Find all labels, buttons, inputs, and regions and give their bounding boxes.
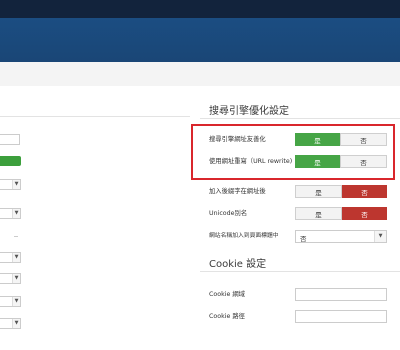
left-select-3[interactable]: ▼ xyxy=(0,252,21,263)
left-select-4[interactable]: ▼ xyxy=(0,273,21,284)
url-rewrite-toggle[interactable]: 是 否 xyxy=(295,155,387,168)
chevron-down-icon: ▼ xyxy=(12,274,20,283)
sitename-pagetitle-select[interactable]: 否 ▼ xyxy=(295,230,387,243)
admin-topbar xyxy=(0,0,400,18)
unicode-alias-toggle[interactable]: 是 否 xyxy=(295,207,387,220)
chevron-down-icon: ▼ xyxy=(12,297,20,306)
unicode-alias-yes-button[interactable]: 是 xyxy=(295,207,342,220)
left-section-divider xyxy=(0,116,190,117)
cookie-domain-input[interactable] xyxy=(295,288,387,301)
suffix-no-button[interactable]: 否 xyxy=(342,185,387,198)
left-select-6[interactable]: ▼ xyxy=(0,318,21,329)
seo-section-title: 搜尋引擎優化設定 xyxy=(209,106,289,117)
url-rewrite-no-button[interactable]: 否 xyxy=(340,155,387,168)
toolbar xyxy=(0,62,400,87)
unicode-alias-label: Unicode別名 xyxy=(209,210,248,217)
cookie-section-title: Cookie 設定 xyxy=(209,259,267,270)
left-active-toggle[interactable] xyxy=(0,156,21,166)
unicode-alias-no-button[interactable]: 否 xyxy=(342,207,387,220)
sitename-pagetitle-label: 網站名稱加入到頁面標題中 xyxy=(209,233,279,239)
chevron-down-icon: ▼ xyxy=(12,180,20,189)
left-select-2[interactable]: ▼ xyxy=(0,208,21,219)
suffix-toggle[interactable]: 是 否 xyxy=(295,185,387,198)
sitename-pagetitle-value: 否 xyxy=(300,235,307,243)
left-select-1[interactable]: ▼ xyxy=(0,179,21,190)
suffix-yes-button[interactable]: 是 xyxy=(295,185,342,198)
sef-urls-label: 搜尋引擎網址友善化 xyxy=(209,136,266,143)
left-text-input[interactable] xyxy=(0,134,20,145)
seo-section-divider xyxy=(200,118,400,119)
cookie-path-label: Cookie 路徑 xyxy=(209,313,245,320)
sef-urls-toggle[interactable]: 是 否 xyxy=(295,133,387,146)
chevron-down-icon: ▼ xyxy=(12,209,20,218)
chevron-down-icon: ▼ xyxy=(12,319,20,328)
left-select-5[interactable]: ▼ xyxy=(0,296,21,307)
admin-header xyxy=(0,18,400,62)
left-divider-mark xyxy=(14,236,18,237)
suffix-label: 加入後綴字在網址後 xyxy=(209,188,266,195)
sef-urls-no-button[interactable]: 否 xyxy=(340,133,387,146)
chevron-down-icon: ▼ xyxy=(374,231,386,242)
sef-urls-yes-button[interactable]: 是 xyxy=(295,133,340,146)
cookie-section-divider xyxy=(200,271,400,272)
cookie-domain-label: Cookie 網域 xyxy=(209,291,245,298)
url-rewrite-yes-button[interactable]: 是 xyxy=(295,155,340,168)
chevron-down-icon: ▼ xyxy=(12,253,20,262)
cookie-path-input[interactable] xyxy=(295,310,387,323)
url-rewrite-label: 使用網址重寫（URL rewrite) xyxy=(209,158,293,165)
